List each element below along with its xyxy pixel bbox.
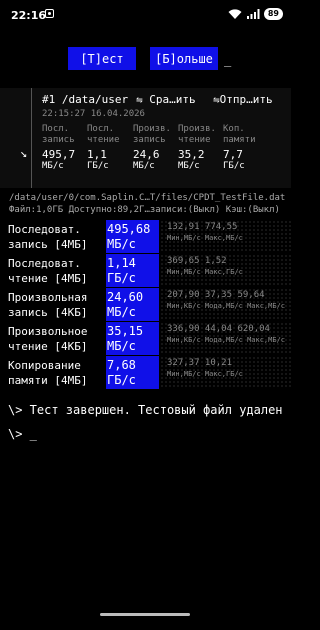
summary-seq-write: Посл. запись 495,7 МБ/с: [42, 124, 75, 172]
result-row-rand-read: Произвольное чтение [4КБ] 35,15 МБ/с 336,9…: [0, 322, 291, 357]
input-cursor: _: [224, 53, 232, 67]
arrow-down-right-icon: ↘: [20, 146, 28, 160]
summary-rand-write: Произв. запись 24,6 МБ/с: [133, 124, 171, 172]
send-button[interactable]: ⇋Отпр…ить: [213, 93, 273, 106]
test-name-line2: чтение [4КБ]: [8, 340, 88, 353]
summary-label: запись: [133, 135, 166, 145]
result-row-seq-write: Последоват. запись [4МБ] 495,68 МБ/с 132,9…: [0, 220, 291, 255]
summary-label: чтение: [178, 135, 211, 145]
summary-label: запись: [42, 135, 75, 145]
result-stats: 207,90 37,35 59,64: [167, 290, 265, 300]
navigation-bar: [0, 596, 291, 630]
summary-label: Произв.: [178, 124, 216, 134]
terminal-prompt: \> _: [8, 427, 37, 441]
result-stats-labels: Мин,КБ/с Мода,МБ/с Макс,МБ/с: [167, 302, 286, 310]
value-unit: МБ/с: [107, 339, 136, 353]
summary-label: Коп.: [223, 124, 245, 134]
summary-unit: МБ/с: [178, 161, 200, 171]
summary-value: 495,7: [42, 148, 76, 161]
summary-unit: ГБ/с: [87, 161, 109, 171]
test-name-line2: запись [4КБ]: [8, 306, 88, 319]
status-time: 22:16: [11, 9, 47, 22]
test-name: Последоват. чтение [4МБ]: [8, 256, 87, 286]
summary-unit: ГБ/с: [223, 161, 245, 171]
test-name: Копирование памяти [4МБ]: [8, 358, 87, 388]
compare-button[interactable]: ⇋ Сра…ить: [136, 93, 196, 106]
home-indicator[interactable]: [100, 613, 190, 616]
result-row-mem-copy: Копирование памяти [4МБ] 7,68 ГБ/с 327,37 …: [0, 356, 291, 391]
terminal-output: \> Тест завершен. Тестовый файл удален: [8, 403, 283, 417]
status-bar: 22:16 89: [0, 0, 291, 30]
result-stats-labels: Мин,КБ/с Мода,МБ/с Макс,МБ/с: [167, 336, 286, 344]
summary-label: памяти: [223, 135, 256, 145]
test-name: Последоват. запись [4МБ]: [8, 222, 87, 252]
value-unit: ГБ/с: [107, 373, 136, 387]
summary-unit: МБ/с: [42, 161, 64, 171]
signal-icon: [246, 9, 260, 19]
summary-value: 7,7: [223, 148, 243, 161]
wifi-icon: [228, 9, 242, 19]
panel-divider: [31, 88, 32, 188]
result-stats-labels: Мин,МБ/с Макс,МБ/с: [167, 234, 243, 242]
value-number: 1,14: [107, 256, 136, 270]
result-value: 7,68 ГБ/с: [107, 358, 136, 388]
summary-label: Произв.: [133, 124, 171, 134]
result-value: 35,15 МБ/с: [107, 324, 143, 354]
value-number: 495,68: [107, 222, 151, 236]
result-row-seq-read: Последоват. чтение [4МБ] 1,14 ГБ/с 369,65 …: [0, 254, 291, 289]
value-number: 24,60: [107, 290, 144, 304]
result-value: 24,60 МБ/с: [107, 290, 143, 320]
file-info: Файл:1,0ГБ Доступно:89,2Г…записи:(Выкл) …: [9, 205, 280, 215]
test-name-line1: Произвольное: [8, 325, 88, 338]
file-path: /data/user/0/com.Saplin.C…T/files/CPDT_T…: [9, 193, 286, 203]
screenshot-icon: [45, 9, 54, 18]
result-stats: 327,37 10,21: [167, 358, 233, 368]
test-name-line2: чтение [4МБ]: [8, 272, 88, 285]
result-stats: 369,65 1,52: [167, 256, 227, 266]
result-value: 495,68 МБ/с: [107, 222, 150, 252]
summary-seq-read: Посл. чтение 1,1 ГБ/с: [87, 124, 120, 172]
test-name-line1: Произвольная: [8, 291, 88, 304]
summary-value: 1,1: [87, 148, 107, 161]
test-name-line1: Последоват.: [8, 257, 81, 270]
more-button[interactable]: [Б]ольше: [150, 47, 218, 70]
summary-value: 24,6: [133, 148, 160, 161]
value-unit: МБ/с: [107, 305, 136, 319]
test-button[interactable]: [Т]ест: [68, 47, 136, 70]
result-stats: 336,90 44,04 620,04: [167, 324, 270, 334]
value-number: 7,68: [107, 358, 136, 372]
test-name: Произвольное чтение [4КБ]: [8, 324, 87, 354]
value-unit: МБ/с: [107, 237, 136, 251]
summary-unit: МБ/с: [133, 161, 155, 171]
value-unit: ГБ/с: [107, 271, 136, 285]
value-number: 35,15: [107, 324, 144, 338]
summary-rand-read: Произв. чтение 35,2 МБ/с: [178, 124, 216, 172]
result-stats-labels: Мин,МБ/с Макс,ГБ/с: [167, 268, 243, 276]
result-panel[interactable]: #1 /data/user ⇋ Сра…ить ⇋Отпр…ить 22:15:…: [0, 88, 291, 188]
test-name-line2: запись [4МБ]: [8, 238, 88, 251]
test-name-line2: памяти [4МБ]: [8, 374, 88, 387]
summary-label: чтение: [87, 135, 120, 145]
test-name-line1: Последоват.: [8, 223, 81, 236]
summary-label: Посл.: [42, 124, 70, 134]
result-stats: 132,91 774,55: [167, 222, 238, 232]
result-stats-labels: Мин,МБ/с Макс,ГБ/с: [167, 370, 243, 378]
summary-label: Посл.: [87, 124, 115, 134]
result-datetime: 22:15:27 16.04.2026: [42, 109, 145, 119]
status-icons: 89: [228, 8, 283, 20]
result-value: 1,14 ГБ/с: [107, 256, 136, 286]
summary-mem-copy: Коп. памяти 7,7 ГБ/с: [223, 124, 256, 172]
battery-icon: 89: [263, 8, 283, 20]
result-row-rand-write: Произвольная запись [4КБ] 24,60 МБ/с 207,9…: [0, 288, 291, 323]
test-name-line1: Копирование: [8, 359, 81, 372]
summary-value: 35,2: [178, 148, 205, 161]
test-name: Произвольная запись [4КБ]: [8, 290, 87, 320]
result-title: #1 /data/user: [42, 93, 129, 106]
